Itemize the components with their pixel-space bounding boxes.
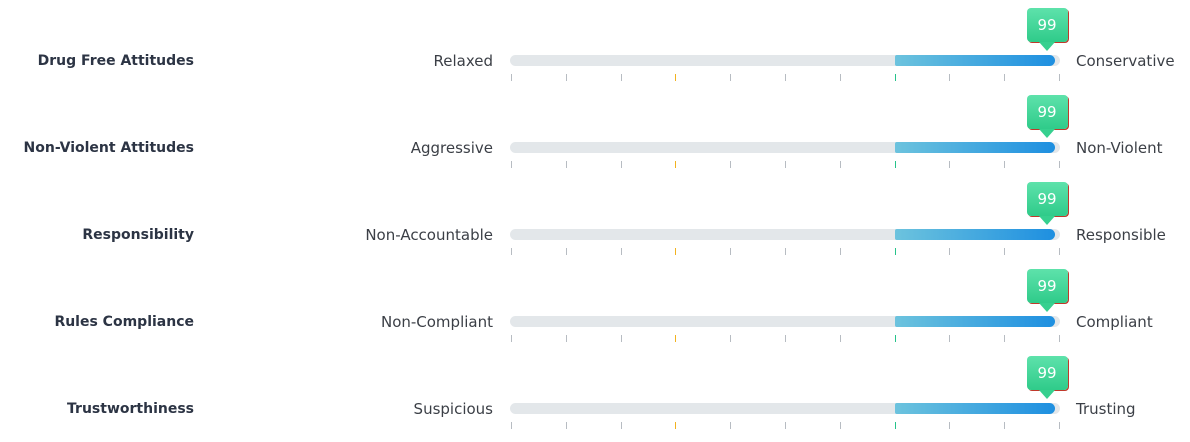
marker-pointer [1038, 129, 1055, 138]
scale-track [510, 229, 1060, 240]
high-anchor-label: Conservative [1076, 52, 1175, 70]
scale-tick [1059, 422, 1060, 429]
scale-tick [730, 335, 731, 342]
low-anchor-label: Aggressive [410, 139, 493, 157]
scale-tick [949, 422, 950, 429]
high-anchor-label: Non-Violent [1076, 139, 1163, 157]
score-bar [895, 403, 1055, 414]
scale-track [510, 316, 1060, 327]
scale-row: Rules Compliance Non-Compliant Compliant 99 [0, 269, 1190, 355]
low-anchor-label: Suspicious [413, 400, 493, 418]
scale-row: Responsibility Non-Accountable Responsible… [0, 182, 1190, 268]
high-anchor-label: Responsible [1076, 226, 1166, 244]
scale-tick [566, 74, 567, 81]
score-bar [895, 142, 1055, 153]
scale-tick [730, 161, 731, 168]
scale-tick [675, 74, 676, 81]
low-anchor-label: Non-Compliant [380, 313, 493, 331]
score-bar [895, 316, 1055, 327]
score-marker: 99 [1026, 269, 1068, 303]
scale-row: Non-Violent Attitudes Aggressive Non-Viole… [0, 95, 1190, 181]
scale-tick [1004, 335, 1005, 342]
scale-track [510, 403, 1060, 414]
scale-tick [675, 248, 676, 255]
scale-tick [785, 422, 786, 429]
scale-tick [1059, 248, 1060, 255]
low-anchor-label: Relaxed [433, 52, 493, 70]
scale-tick [621, 335, 622, 342]
scale-tick [895, 248, 896, 255]
scale-tick [949, 74, 950, 81]
scale-tick [675, 422, 676, 429]
scale-row: Trustworthiness Suspicious Trusting 99 [0, 356, 1190, 442]
scale-track [510, 55, 1060, 66]
scale-tick [785, 248, 786, 255]
scale-tick [840, 161, 841, 168]
scale-tick [840, 248, 841, 255]
scale-tick [1059, 74, 1060, 81]
scale-tick [895, 335, 896, 342]
scale-tick [621, 248, 622, 255]
scale-tick [1004, 161, 1005, 168]
scale-tick [949, 248, 950, 255]
trait-label: Drug Free Attitudes [37, 53, 194, 69]
scale-tick [1004, 248, 1005, 255]
scale-tick [1059, 161, 1060, 168]
score-marker: 99 [1026, 356, 1068, 390]
scale-tick [511, 248, 512, 255]
marker-pointer [1038, 390, 1055, 399]
scale-tick [785, 161, 786, 168]
scale-tick [785, 335, 786, 342]
scale-tick [730, 422, 731, 429]
scale-tick [1004, 422, 1005, 429]
scale-tick [511, 161, 512, 168]
score-marker: 99 [1026, 8, 1068, 42]
scale-tick [566, 248, 567, 255]
scale-tick [566, 161, 567, 168]
scale-tick [949, 335, 950, 342]
scale-tick [895, 422, 896, 429]
high-anchor-label: Trusting [1076, 400, 1136, 418]
scale-tick [566, 335, 567, 342]
scale-tick [895, 74, 896, 81]
scale-tick [566, 422, 567, 429]
low-anchor-label: Non-Accountable [365, 226, 493, 244]
scale-tick [840, 335, 841, 342]
marker-pointer [1038, 303, 1055, 312]
scale-tick [675, 335, 676, 342]
scale-tick [621, 422, 622, 429]
score-bar [895, 55, 1055, 66]
score-bar [895, 229, 1055, 240]
scale-tick [840, 422, 841, 429]
scale-tick [949, 161, 950, 168]
scale-track [510, 142, 1060, 153]
scale-tick [621, 74, 622, 81]
scale-row: Drug Free Attitudes Relaxed Conservative 99 [0, 8, 1190, 94]
high-anchor-label: Compliant [1076, 313, 1153, 331]
trait-label: Responsibility [82, 227, 194, 243]
score-marker: 99 [1026, 182, 1068, 216]
score-marker: 99 [1026, 95, 1068, 129]
scale-tick [730, 248, 731, 255]
scale-tick [1004, 74, 1005, 81]
trait-label: Rules Compliance [54, 314, 194, 330]
trait-label: Non-Violent Attitudes [23, 140, 194, 156]
scale-tick [730, 74, 731, 81]
scale-tick [511, 422, 512, 429]
scale-tick [675, 161, 676, 168]
scale-tick [840, 74, 841, 81]
trait-label: Trustworthiness [67, 401, 194, 417]
scale-tick [785, 74, 786, 81]
marker-pointer [1038, 42, 1055, 51]
scale-tick [621, 161, 622, 168]
marker-pointer [1038, 216, 1055, 225]
scale-tick [895, 161, 896, 168]
scale-tick [511, 335, 512, 342]
scale-tick [1059, 335, 1060, 342]
scale-tick [511, 74, 512, 81]
